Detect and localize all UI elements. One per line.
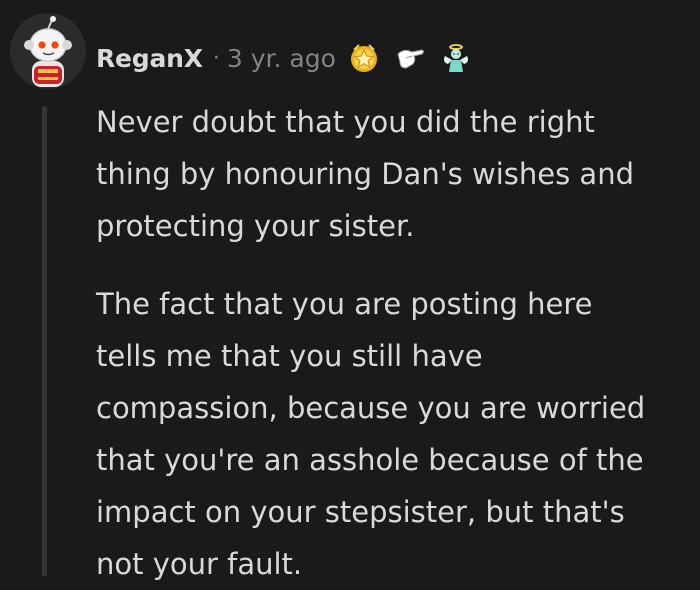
comment: ReganX · 3 yr. ago Never doubt that you … (0, 0, 700, 581)
snoo-avatar-icon (10, 13, 86, 89)
comment-paragraph: Never doubt that you did the right thing… (96, 96, 686, 252)
comment-text-line: compassion, because you are worried (96, 391, 646, 425)
star-award-icon[interactable] (348, 42, 380, 74)
comment-text-line: The fact that you are posting here (96, 287, 593, 321)
comment-text-line: protecting your sister. (96, 209, 415, 243)
comment-body: Never doubt that you did the right thing… (96, 96, 686, 590)
angel-award-icon[interactable] (440, 42, 472, 74)
comment-text-line: thing by honouring Dan's wishes and (96, 157, 634, 191)
avatar[interactable] (8, 11, 88, 91)
separator-dot: · (212, 45, 220, 71)
timestamp[interactable]: 3 yr. ago (227, 44, 336, 73)
comment-text-line: tells me that you still have (96, 339, 483, 373)
username-link[interactable]: ReganX (96, 44, 203, 73)
glove-pointing-award-icon[interactable] (394, 42, 426, 74)
comment-text-line: Never doubt that you did the right (96, 105, 595, 139)
awards[interactable] (348, 42, 486, 74)
comment-header: ReganX · 3 yr. ago (96, 38, 486, 78)
comment-text-line: that you're an asshole because of the (96, 443, 644, 477)
comment-paragraph: The fact that you are posting here tells… (96, 278, 686, 590)
thread-line[interactable] (42, 106, 47, 576)
comment-text-line: impact on your stepsister, but that's (96, 495, 625, 529)
